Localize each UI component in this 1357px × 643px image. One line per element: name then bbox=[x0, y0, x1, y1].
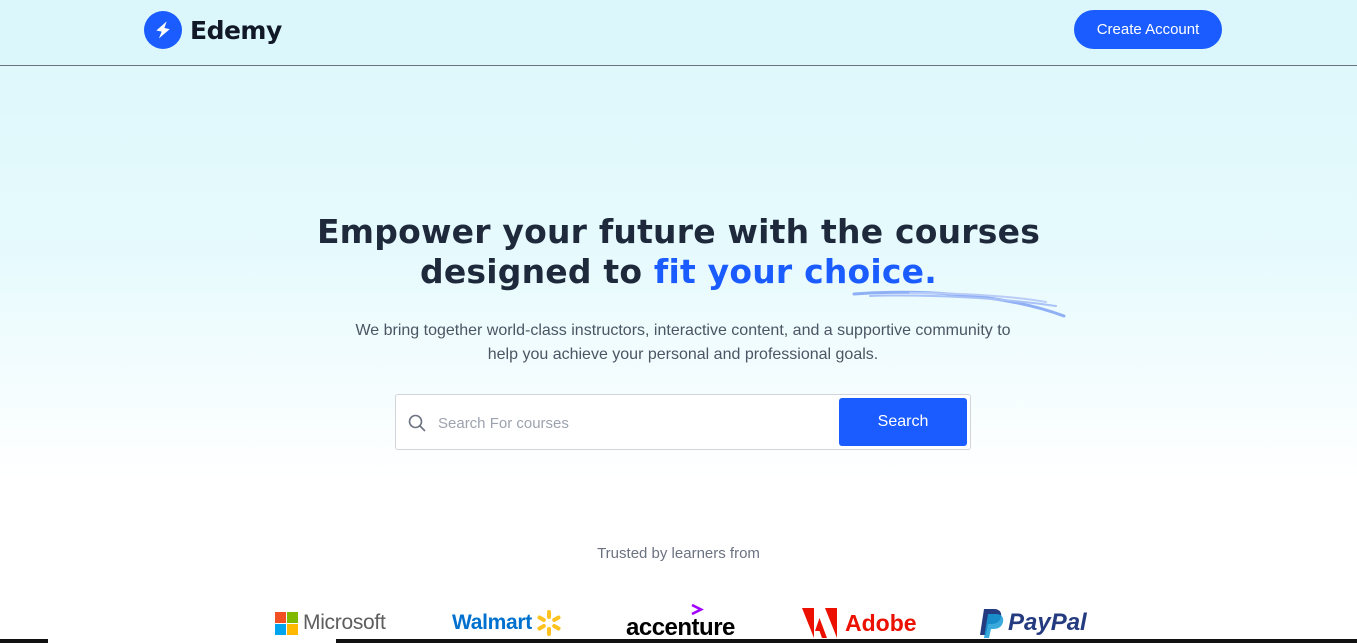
walmart-spark-icon bbox=[537, 610, 561, 636]
navbar: Edemy Create Account bbox=[0, 0, 1357, 66]
hero-title-accent: fit your choice. bbox=[653, 252, 937, 291]
microsoft-logo: Microsoft bbox=[275, 606, 386, 640]
brand-name: Edemy bbox=[190, 15, 282, 45]
search-bar: Search bbox=[395, 394, 971, 450]
paypal-p-icon bbox=[980, 609, 1004, 638]
paypal-logo: PayPal bbox=[978, 606, 1087, 640]
create-account-button[interactable]: Create Account bbox=[1074, 10, 1222, 49]
adobe-name: Adobe bbox=[845, 609, 917, 636]
search-input[interactable] bbox=[438, 409, 828, 437]
adobe-logo: Adobe bbox=[802, 606, 917, 640]
walmart-name: Walmart bbox=[452, 611, 532, 634]
scrollbar-left-edge bbox=[0, 639, 48, 643]
scrollbar-track[interactable] bbox=[336, 639, 1357, 643]
underline-squiggle-icon bbox=[852, 290, 1066, 318]
brand-logo[interactable]: Edemy bbox=[144, 11, 282, 49]
hero-subtitle: We bring together world-class instructor… bbox=[355, 322, 1011, 363]
trusted-by-label: Trusted by learners from bbox=[597, 545, 760, 562]
accenture-chevron-icon bbox=[691, 604, 704, 616]
search-icon bbox=[408, 414, 426, 437]
hero-title: Empower your future with the courses des… bbox=[0, 212, 1357, 292]
adobe-a-icon bbox=[802, 608, 837, 638]
search-button[interactable]: Search bbox=[839, 398, 967, 446]
microsoft-squares-icon bbox=[275, 611, 298, 635]
accenture-name: accenture bbox=[626, 614, 735, 641]
microsoft-name: Microsoft bbox=[303, 611, 386, 634]
hero-title-line1: Empower your future with the courses bbox=[316, 212, 1041, 251]
lightning-bolt-icon bbox=[144, 11, 182, 49]
walmart-logo: Walmart bbox=[452, 606, 563, 640]
accenture-logo: accenture bbox=[626, 604, 735, 641]
paypal-name: PayPal bbox=[1008, 609, 1087, 636]
hero-title-line2-prefix: designed to bbox=[420, 252, 654, 291]
